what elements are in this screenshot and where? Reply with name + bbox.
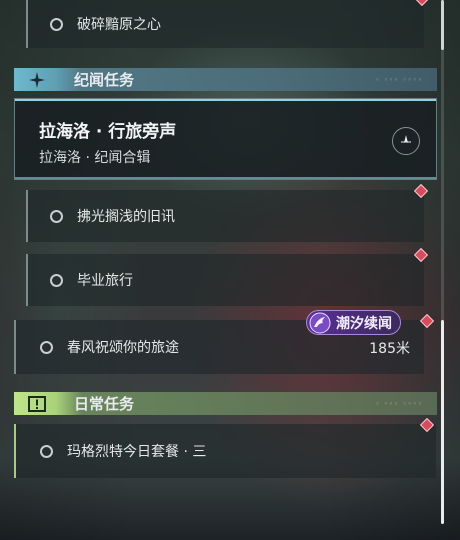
quest-status-circle [50,209,63,223]
sparkle-icon [29,71,45,88]
compass-needle-icon [401,135,411,143]
scrollbar-thumb[interactable] [441,320,444,524]
header-decoration: ◦ ◦◦◦ ◦◦◦◦ [375,400,423,408]
tide-tag-badge: 潮汐续闻 [306,310,401,335]
tide-wing-icon [309,312,331,333]
quest-item-top[interactable]: 破碎黯原之心 [26,0,424,48]
section-icon-box [14,392,60,415]
tide-tag-label: 潮汐续闻 [336,315,392,332]
daily-quest-item[interactable]: 玛格烈特今日套餐 · 三 [14,424,436,478]
scrollbar-top-cap [441,0,444,50]
section-header-daily[interactable]: 日常任务 ◦ ◦◦◦ ◦◦◦◦ [14,392,437,415]
quest-label: 破碎黯原之心 [77,17,161,33]
quest-distance: 185米 [369,341,410,357]
section-title: 纪闻任务 [74,71,135,89]
quest-label: 玛格烈特今日套餐 · 三 [67,444,207,460]
quest-status-circle [50,273,63,287]
exclamation-icon [28,395,46,412]
quest-label: 春风祝颂你的旅途 [67,340,179,356]
scrollbar-track[interactable] [441,0,444,524]
section-title: 日常任务 [74,395,135,413]
featured-quest-title: 拉海洛 · 行旅旁声 [39,122,177,142]
quest-item[interactable]: 拂光搁浅的旧讯 [26,190,424,242]
section-header-memorial[interactable]: 纪闻任务 ◦ ◦◦◦ ◦◦◦◦ [14,68,437,91]
compass-icon[interactable] [392,127,420,155]
quest-status-circle [40,444,53,458]
featured-quest-subtitle: 拉海洛 · 纪闻合辑 [39,150,151,166]
header-decoration: ◦ ◦◦◦ ◦◦◦◦ [375,76,423,84]
quest-label: 拂光搁浅的旧讯 [77,209,175,225]
section-icon-box [14,68,60,91]
quest-item[interactable]: 毕业旅行 [26,254,424,306]
quest-label: 毕业旅行 [77,273,133,289]
quest-status-circle [40,340,53,354]
featured-quest-card[interactable]: 拉海洛 · 行旅旁声 拉海洛 · 纪闻合辑 [14,98,437,180]
quest-status-circle [50,17,63,31]
